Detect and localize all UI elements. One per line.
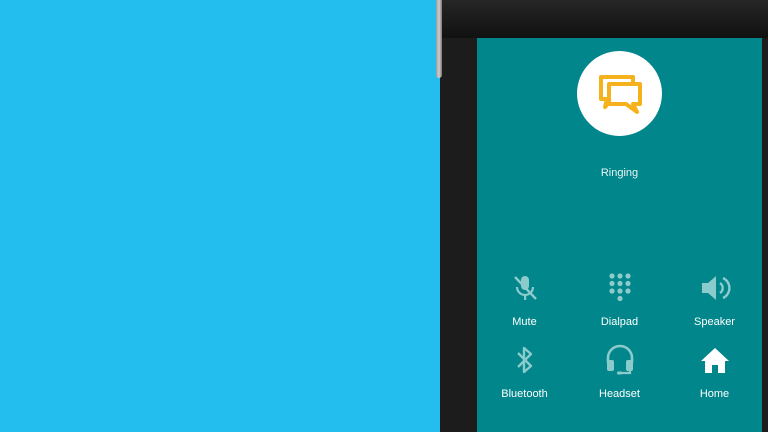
speaker-label: Speaker — [694, 316, 735, 328]
bluetooth-button[interactable]: Bluetooth — [477, 342, 572, 402]
call-status: Ringing — [600, 167, 639, 179]
mic-off-icon — [513, 276, 537, 300]
headset-icon — [606, 344, 633, 375]
headset-button[interactable]: Headset — [572, 342, 667, 402]
home-button[interactable]: Home — [667, 342, 762, 402]
call-screen: Ringing Mute Dialpad Speaker Bluetooth H… — [477, 38, 762, 432]
bluetooth-icon — [516, 346, 532, 374]
phone-side-button — [436, 0, 442, 78]
mute-button[interactable]: Mute — [477, 270, 572, 330]
phone-top-bezel — [440, 0, 768, 38]
home-icon — [700, 348, 729, 373]
speaker-icon — [701, 276, 731, 300]
dialpad-icon — [608, 273, 631, 302]
headset-label: Headset — [599, 388, 640, 400]
bluetooth-label: Bluetooth — [501, 388, 548, 400]
caller-avatar — [577, 51, 662, 136]
home-label: Home — [699, 388, 730, 400]
chat-bubbles-icon — [598, 74, 642, 114]
dialpad-button[interactable]: Dialpad — [572, 270, 667, 330]
dialpad-label: Dialpad — [600, 316, 639, 328]
background-panel — [0, 0, 440, 432]
speaker-button[interactable]: Speaker — [667, 270, 762, 330]
mute-label: Mute — [512, 316, 537, 328]
